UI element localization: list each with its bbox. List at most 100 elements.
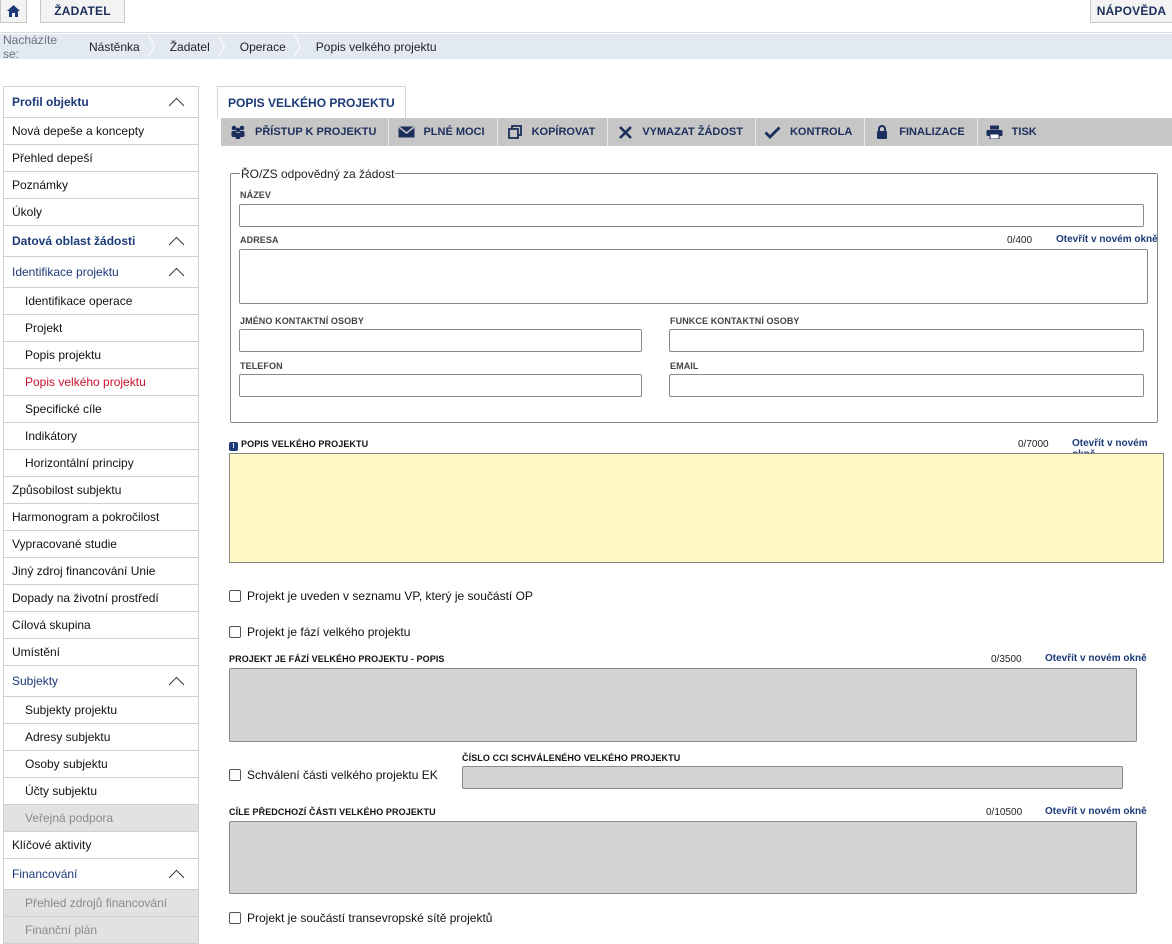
sidebar-item-new-message[interactable]: Nová depeše a koncepty — [4, 118, 198, 145]
sidebar-item-notes[interactable]: Poznámky — [4, 172, 198, 199]
contact-name-label: JMÉNO KONTAKTNÍ OSOBY — [240, 316, 364, 326]
sidebar-item-indicators[interactable]: Indikátory — [4, 423, 198, 450]
checkmark-icon — [764, 125, 782, 139]
finalize-label: FINALIZACE — [899, 126, 965, 138]
breadcrumb-item-applicant[interactable]: Žadatel — [155, 34, 225, 59]
description-counter: 0/7000 — [1018, 439, 1049, 450]
goals-label: CÍLE PŘEDCHOZÍ ČÁSTI VELKÉHO PROJEKTU — [229, 807, 436, 817]
print-button[interactable]: TISK — [978, 118, 1049, 146]
breadcrumb-item-current: Popis velkého projektu — [315, 39, 437, 54]
chevron-up-icon[interactable] — [168, 676, 185, 693]
breadcrumb-item-dashboard[interactable]: Nástěnka — [74, 34, 155, 59]
chevron-up-icon[interactable] — [168, 97, 185, 114]
sidebar-item-specific-goals[interactable]: Specifické cíle — [4, 396, 198, 423]
checkbox-label: Projekt je součástí transevropské sítě p… — [247, 911, 493, 925]
sidebar-item-label: Subjekty — [12, 674, 59, 688]
breadcrumb-item-operation[interactable]: Operace — [225, 34, 301, 59]
sidebar-item-schedule[interactable]: Harmonogram a pokročilost — [4, 504, 198, 531]
copy-icon — [506, 125, 524, 139]
description-textarea[interactable] — [229, 453, 1164, 563]
access-label: PŘÍSTUP K PROJEKTU — [255, 126, 377, 138]
sidebar-item-major-project-description[interactable]: Popis velkého projektu — [4, 369, 198, 396]
description-label: POPIS VELKÉHO PROJEKTU — [241, 439, 369, 449]
sidebar-item-project-description[interactable]: Popis projektu — [4, 342, 198, 369]
sidebar-section-data-area[interactable]: Datová oblast žádosti — [4, 226, 198, 257]
sidebar-item-horizontal-principles[interactable]: Horizontální principy — [4, 450, 198, 477]
cci-field — [462, 766, 1123, 789]
sidebar-item-subject-addresses[interactable]: Adresy subjektu — [4, 724, 198, 751]
power-of-attorney-button[interactable]: PLNÉ MOCI — [389, 118, 498, 146]
sidebar-item-project[interactable]: Projekt — [4, 315, 198, 342]
info-icon: ! — [229, 442, 238, 451]
breadcrumb: Nacházíte se: Nástěnka Žadatel Operace P… — [0, 33, 1172, 61]
address-counter: 0/400 — [1007, 235, 1033, 246]
check-button[interactable]: KONTROLA — [756, 118, 866, 146]
goals-counter: 0/10500 — [986, 807, 1023, 818]
sidebar-item-environment-impact[interactable]: Dopady na životní prostředí — [4, 585, 198, 612]
phase-description-counter: 0/3500 — [991, 654, 1022, 665]
contact-name-field[interactable] — [239, 329, 642, 352]
sidebar-item-messages[interactable]: Přehled depeší — [4, 145, 198, 172]
sidebar-item-label: Profil objektu — [12, 95, 89, 109]
applicant-button[interactable]: ŽADATEL — [40, 0, 125, 23]
sidebar-item-label: Financování — [12, 867, 78, 881]
contact-role-label: FUNKCE KONTAKTNÍ OSOBY — [670, 316, 800, 326]
contact-role-field[interactable] — [669, 329, 1144, 352]
sidebar-subsection-financing[interactable]: Financování — [4, 859, 198, 890]
phase-open-new-window-link[interactable]: Otevřít v novém okně — [1045, 653, 1147, 664]
checkbox-listed-vp[interactable]: Projekt je uveden v seznamu VP, který je… — [229, 589, 533, 603]
chevron-up-icon[interactable] — [168, 869, 185, 886]
chevron-up-icon[interactable] — [168, 236, 185, 253]
checkbox-trans-european[interactable]: Projekt je součástí transevropské sítě p… — [229, 911, 492, 925]
sidebar-item-key-activities[interactable]: Klíčové aktivity — [4, 832, 198, 859]
checkbox-ek-approval[interactable]: Schválení části velkého projektu EK — [229, 768, 438, 782]
sidebar-item-eligibility[interactable]: Způsobilost subjektu — [4, 477, 198, 504]
copy-label: KOPÍROVAT — [531, 126, 596, 138]
sidebar-item-tasks[interactable]: Úkoly — [4, 199, 198, 226]
sidebar-item-subject-persons[interactable]: Osoby subjektu — [4, 751, 198, 778]
sidebar-item-other-funding[interactable]: Jiný zdroj financování Unie — [4, 558, 198, 585]
help-button[interactable]: NÁPOVĚDA — [1090, 0, 1172, 23]
sidebar-item-financial-plan: Finanční plán — [4, 917, 198, 944]
sidebar-item-project-subjects[interactable]: Subjekty projektu — [4, 697, 198, 724]
checkbox[interactable] — [229, 626, 241, 638]
copy-button[interactable]: KOPÍROVAT — [498, 118, 609, 146]
description-label-wrap: ! POPIS VELKÉHO PROJEKTU — [229, 439, 368, 451]
checkbox[interactable] — [229, 769, 241, 781]
sidebar-item-operation-identification[interactable]: Identifikace operace — [4, 288, 198, 315]
address-open-new-window-link[interactable]: Otevřít v novém okně — [1056, 234, 1158, 245]
phase-description-label: PROJEKT JE FÁZÍ VELKÉHO PROJEKTU - POPIS — [229, 654, 445, 664]
sidebar-section-object-profile[interactable]: Profil objektu — [4, 87, 198, 118]
phone-label: TELEFON — [240, 361, 283, 371]
toolbar: PŘÍSTUP K PROJEKTU PLNÉ MOCI KOPÍROVAT V… — [221, 118, 1172, 146]
finalize-button[interactable]: FINALIZACE — [865, 118, 978, 146]
close-icon — [616, 125, 634, 139]
chevron-up-icon[interactable] — [168, 267, 185, 284]
phone-field[interactable] — [239, 374, 642, 397]
sidebar-subsection-project-identification[interactable]: Identifikace projektu — [4, 257, 198, 288]
sidebar-item-target-group[interactable]: Cílová skupina — [4, 612, 198, 639]
access-button[interactable]: PŘÍSTUP K PROJEKTU — [221, 118, 390, 146]
checkbox-project-phase[interactable]: Projekt je fází velkého projektu — [229, 625, 410, 639]
name-field[interactable] — [239, 204, 1144, 227]
goals-textarea — [229, 821, 1137, 894]
envelope-icon — [397, 125, 415, 139]
sidebar-item-location[interactable]: Umístění — [4, 639, 198, 666]
lock-icon — [873, 125, 891, 139]
print-label: TISK — [1011, 126, 1037, 138]
tab-major-project-description[interactable]: POPIS VELKÉHO PROJEKTU — [217, 86, 406, 118]
checkbox[interactable] — [229, 912, 241, 924]
sidebar-item-studies[interactable]: Vypracované studie — [4, 531, 198, 558]
sidebar-item-label: Identifikace projektu — [12, 265, 119, 279]
delete-application-button[interactable]: VYMAZAT ŽÁDOST — [608, 118, 756, 146]
responsible-legend: ŘO/ZS odpovědný za žádost — [240, 167, 396, 181]
goals-open-new-window-link[interactable]: Otevřít v novém okně — [1045, 806, 1147, 817]
phase-description-textarea — [229, 668, 1137, 742]
sidebar: Profil objektu Nová depeše a koncepty Př… — [3, 86, 199, 944]
email-field[interactable] — [669, 374, 1144, 397]
sidebar-subsection-subjects[interactable]: Subjekty — [4, 666, 198, 697]
checkbox[interactable] — [229, 590, 241, 602]
home-button[interactable] — [0, 0, 27, 23]
sidebar-item-subject-accounts[interactable]: Účty subjektu — [4, 778, 198, 805]
address-field[interactable] — [239, 249, 1148, 304]
